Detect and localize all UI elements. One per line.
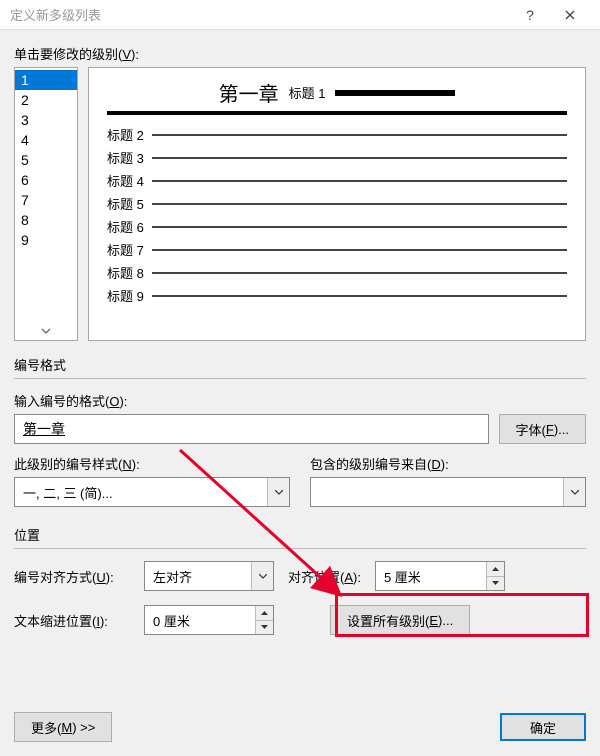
preview-chapter: 第一章 <box>219 78 279 107</box>
text-indent-spinner[interactable]: 0 厘米 <box>144 605 274 635</box>
include-level-select[interactable] <box>310 477 586 507</box>
chevron-down-icon <box>563 478 585 506</box>
chevron-down-icon <box>251 562 273 590</box>
preview-chapter-bar <box>335 90 455 96</box>
align-position-spinner[interactable]: 5 厘米 <box>375 561 505 591</box>
spin-up[interactable] <box>487 562 504 577</box>
spin-down[interactable] <box>256 621 273 635</box>
level-item-4[interactable]: 4 <box>15 130 77 150</box>
preview-row-label: 标题 4 <box>107 171 144 190</box>
level-item-9[interactable]: 9 <box>15 230 77 250</box>
level-item-5[interactable]: 5 <box>15 150 77 170</box>
numstyle-label: 此级别的编号样式(N): <box>14 454 290 473</box>
level-item-2[interactable]: 2 <box>15 90 77 110</box>
level-scroll-down[interactable] <box>15 322 77 340</box>
set-all-levels-button[interactable]: 设置所有级别(E)... <box>330 605 470 635</box>
include-level-label: 包含的级别编号来自(D): <box>310 454 586 473</box>
preview-chapter-sub: 标题 1 <box>289 83 326 102</box>
preview-pane: 第一章 标题 1 标题 2 标题 3 标题 4 标题 5 标题 6 标题 7 标… <box>88 67 586 341</box>
level-select-label: 单击要修改的级别(V): <box>14 44 586 63</box>
help-button[interactable]: ? <box>510 0 550 30</box>
dialog-body: 单击要修改的级别(V): 1 2 3 4 5 6 7 8 9 第一章 标题 1 … <box>0 30 600 635</box>
number-style-select[interactable]: 一, 二, 三 (简)... <box>14 477 290 507</box>
preview-row-label: 标题 6 <box>107 217 144 236</box>
align-mode-select[interactable]: 左对齐 <box>144 561 274 591</box>
preview-row-label: 标题 7 <box>107 240 144 259</box>
number-format-input[interactable]: 第一章 <box>14 414 489 444</box>
level-item-1[interactable]: 1 <box>15 70 77 90</box>
font-button[interactable]: 字体(F)... <box>499 414 586 444</box>
group-number-format: 编号格式 <box>14 355 586 374</box>
chevron-down-icon <box>267 478 289 506</box>
align-mode-label: 编号对齐方式(U): <box>14 567 134 586</box>
level-item-6[interactable]: 6 <box>15 170 77 190</box>
level-item-3[interactable]: 3 <box>15 110 77 130</box>
more-button[interactable]: 更多(M) >> <box>14 712 112 742</box>
dialog-footer: 更多(M) >> 确定 <box>0 698 600 756</box>
level-listbox[interactable]: 1 2 3 4 5 6 7 8 9 <box>14 67 78 341</box>
group-position: 位置 <box>14 525 586 544</box>
preview-row-label: 标题 3 <box>107 148 144 167</box>
preview-divider <box>107 111 567 115</box>
titlebar: 定义新多级列表 ? <box>0 0 600 30</box>
align-position-label: 对齐位置(A): <box>288 567 361 586</box>
level-item-7[interactable]: 7 <box>15 190 77 210</box>
preview-row-label: 标题 9 <box>107 286 144 305</box>
close-button[interactable] <box>550 0 590 30</box>
spin-up[interactable] <box>256 606 273 621</box>
preview-row-label: 标题 5 <box>107 194 144 213</box>
spin-down[interactable] <box>487 577 504 591</box>
preview-row-label: 标题 8 <box>107 263 144 282</box>
text-indent-label: 文本缩进位置(I): <box>14 611 134 630</box>
preview-row-label: 标题 2 <box>107 125 144 144</box>
level-item-8[interactable]: 8 <box>15 210 77 230</box>
ok-button[interactable]: 确定 <box>500 713 586 741</box>
numfmt-label: 输入编号的格式(O): <box>14 391 586 410</box>
window-title: 定义新多级列表 <box>10 5 510 24</box>
